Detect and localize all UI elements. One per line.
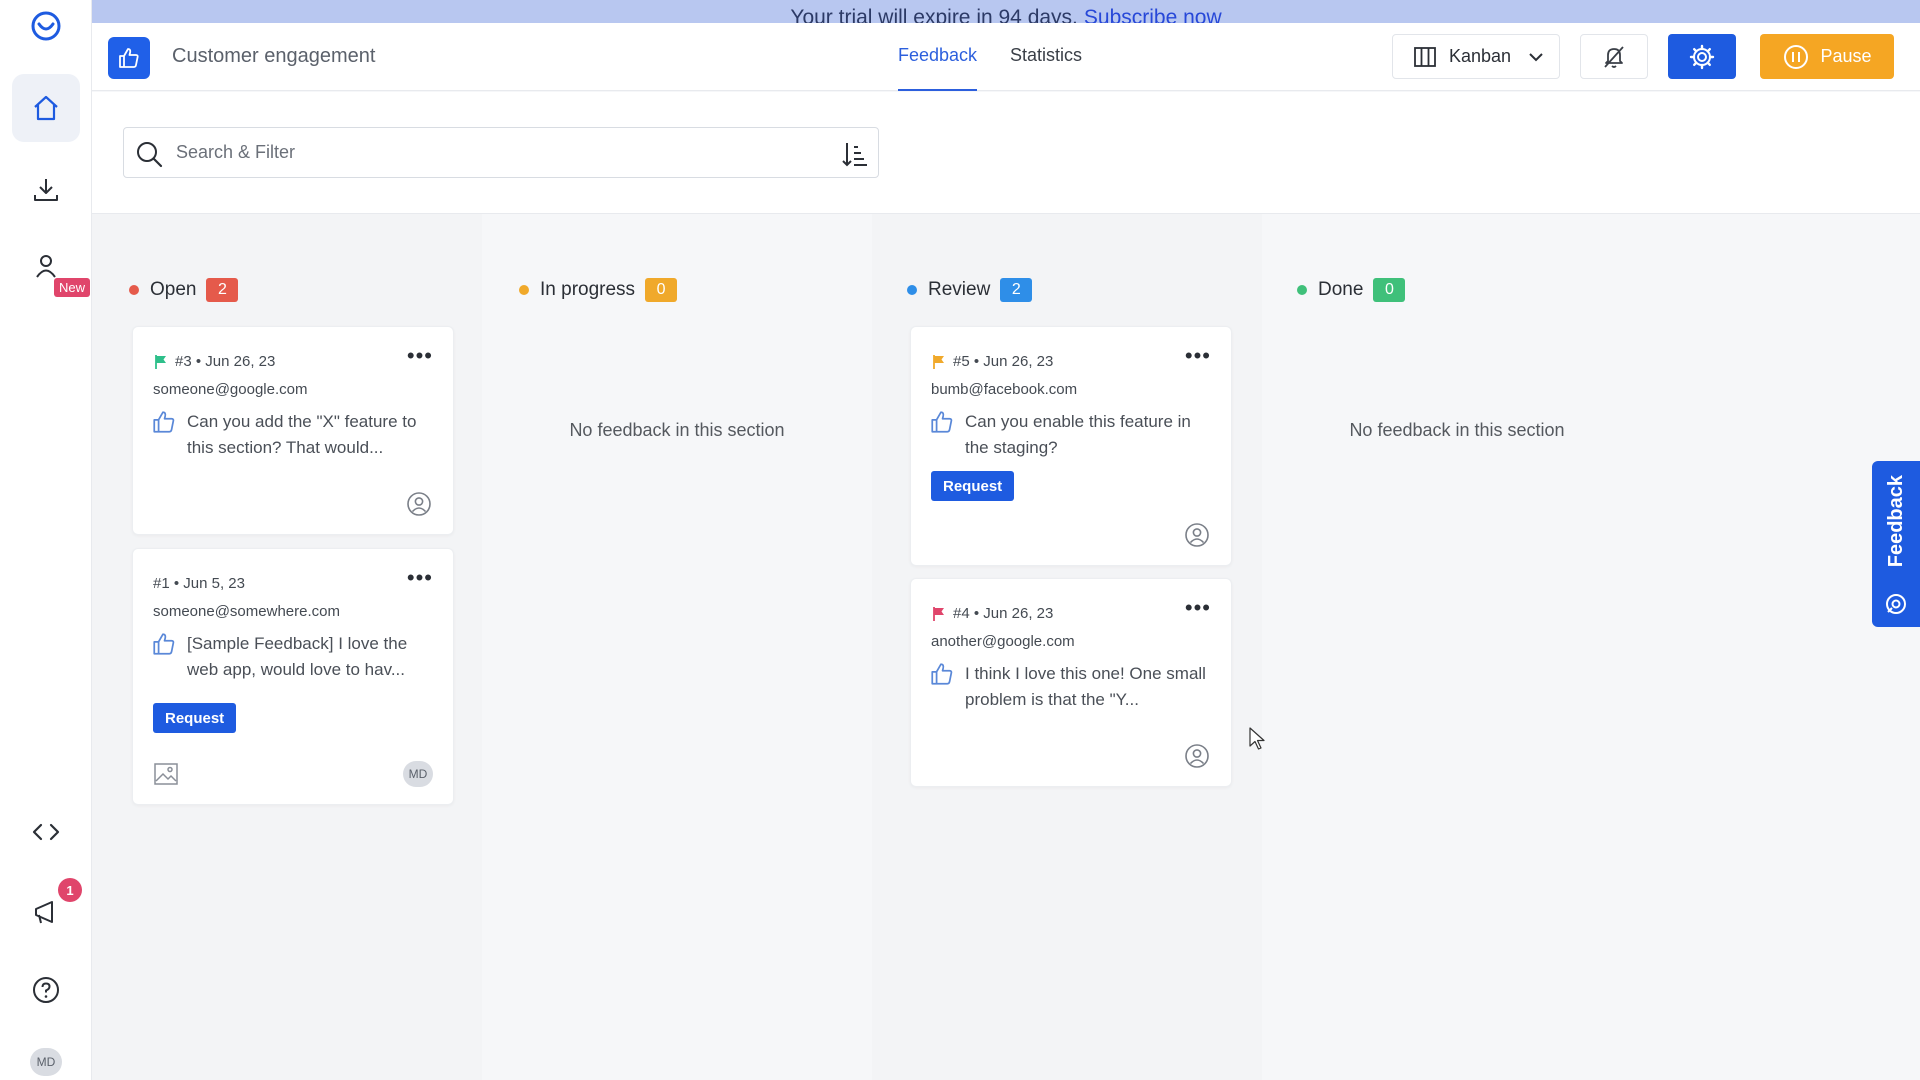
column-title: Open (150, 279, 197, 300)
column-count-badge: 2 (1000, 278, 1033, 302)
more-options-icon[interactable]: ••• (1185, 345, 1211, 367)
left-sidebar: New 1 MD (0, 0, 92, 1080)
thumbs-up-icon[interactable] (108, 37, 150, 79)
status-dot (907, 285, 917, 295)
code-icon[interactable] (12, 798, 80, 866)
more-options-icon[interactable]: ••• (407, 345, 433, 367)
upvote-icon[interactable] (151, 409, 177, 435)
card-email: someone@somewhere.com (153, 603, 340, 620)
column-open: Open 2 #3 • Jun 26, 23 ••• someone@googl… (92, 214, 482, 1080)
trial-text: Your trial will expire in 94 days. (790, 6, 1078, 23)
pause-button[interactable]: Pause (1760, 34, 1894, 79)
column-title: In progress (540, 279, 636, 300)
upvote-icon[interactable] (929, 409, 955, 435)
page-title: Customer engagement (172, 45, 376, 67)
feedback-tab-label: Feedback (1884, 475, 1907, 568)
card-meta: #5 • Jun 26, 23 (931, 353, 1053, 370)
help-icon[interactable] (12, 956, 80, 1024)
column-in-progress: In progress 0 No feedback in this sectio… (482, 214, 872, 1080)
card-text: Can you enable this feature in the stagi… (965, 412, 1191, 457)
column-done: Done 0 No feedback in this section (1262, 214, 1652, 1080)
assignee-icon[interactable] (1183, 521, 1211, 549)
card-email: someone@google.com (153, 381, 308, 398)
home-icon[interactable] (12, 74, 80, 142)
feedback-card[interactable]: #4 • Jun 26, 23 ••• another@google.com I… (910, 578, 1232, 787)
trial-banner: Your trial will expire in 94 days. Subscr… (92, 0, 1920, 23)
feedback-side-tab[interactable]: Feedback (1872, 461, 1920, 627)
feedback-widget-icon (1886, 594, 1906, 614)
subscribe-link[interactable]: Subscribe now (1084, 6, 1222, 23)
column-count-badge: 0 (1373, 278, 1406, 302)
card-text: [Sample Feedback] I love the web app, wo… (187, 634, 408, 679)
search-filter-box (123, 127, 879, 178)
upvote-icon[interactable] (151, 631, 177, 657)
settings-button[interactable] (1668, 34, 1736, 79)
feedback-card[interactable]: #3 • Jun 26, 23 ••• someone@google.com C… (132, 326, 454, 535)
gear-icon (1689, 44, 1715, 69)
search-icon (137, 142, 163, 168)
bell-off-icon (1604, 45, 1624, 68)
more-options-icon[interactable]: ••• (1185, 597, 1211, 619)
upvote-icon[interactable] (929, 661, 955, 687)
view-switcher-label: Kanban (1449, 46, 1512, 66)
chevron-down-icon (1529, 52, 1543, 61)
tab-statistics[interactable]: Statistics (1010, 45, 1082, 91)
request-tag[interactable]: Request (931, 471, 1015, 501)
tab-feedback[interactable]: Feedback (898, 45, 978, 91)
flag-icon (155, 354, 166, 369)
card-meta: #3 • Jun 26, 23 (153, 353, 275, 370)
avatar[interactable]: MD (30, 1048, 62, 1076)
card-email: another@google.com (931, 633, 1075, 650)
empty-state-text: No feedback in this section (569, 420, 785, 440)
card-email: bumb@facebook.com (931, 381, 1078, 398)
app-logo-icon[interactable] (12, 0, 80, 60)
column-title: Review (928, 279, 991, 300)
column-count-badge: 0 (645, 278, 678, 302)
flag-icon (933, 606, 944, 621)
image-icon[interactable] (153, 761, 179, 787)
pause-icon (1784, 44, 1809, 69)
sort-icon[interactable] (840, 139, 870, 169)
column-header: Done 0 (1297, 278, 1406, 302)
assignee-icon[interactable] (1183, 742, 1211, 770)
column-count-badge: 2 (206, 278, 239, 302)
feedback-card[interactable]: #1 • Jun 5, 23 ••• someone@somewhere.com… (132, 548, 454, 805)
column-title: Done (1318, 279, 1364, 300)
empty-state-text: No feedback in this section (1349, 420, 1565, 440)
status-dot (1297, 285, 1307, 295)
pause-label: Pause (1820, 46, 1872, 66)
status-dot (129, 285, 139, 295)
mouse-cursor-icon (1249, 727, 1265, 750)
view-switcher-button[interactable]: Kanban (1392, 34, 1560, 79)
flag-icon (933, 354, 944, 369)
assignee-icon[interactable] (405, 490, 433, 518)
card-meta: #4 • Jun 26, 23 (931, 605, 1053, 622)
download-icon[interactable] (12, 156, 80, 224)
column-review: Review 2 #5 • Jun 26, 23 ••• bumb@facebo… (872, 214, 1262, 1080)
request-tag[interactable]: Request (153, 703, 237, 733)
search-bar-region (92, 92, 1920, 214)
column-header: In progress 0 (519, 278, 678, 302)
search-input[interactable] (176, 128, 816, 177)
more-options-icon[interactable]: ••• (407, 567, 433, 589)
column-header: Review 2 (907, 278, 1033, 302)
column-header: Open 2 (129, 278, 239, 302)
notification-count-badge: 1 (58, 878, 82, 902)
card-text: Can you add the "X" feature to this sect… (187, 412, 417, 457)
card-text: I think I love this one! One small probl… (965, 664, 1206, 709)
new-badge: New (54, 278, 91, 297)
top-header: Customer engagement Feedback Statistics … (92, 23, 1920, 91)
feedback-card[interactable]: #5 • Jun 26, 23 ••• bumb@facebook.com Ca… (910, 326, 1232, 566)
columns-icon (1414, 46, 1436, 67)
assignee-avatar[interactable]: MD (403, 761, 433, 787)
status-dot (519, 285, 529, 295)
mute-notifications-button[interactable] (1580, 34, 1648, 79)
card-meta: #1 • Jun 5, 23 (153, 575, 245, 592)
